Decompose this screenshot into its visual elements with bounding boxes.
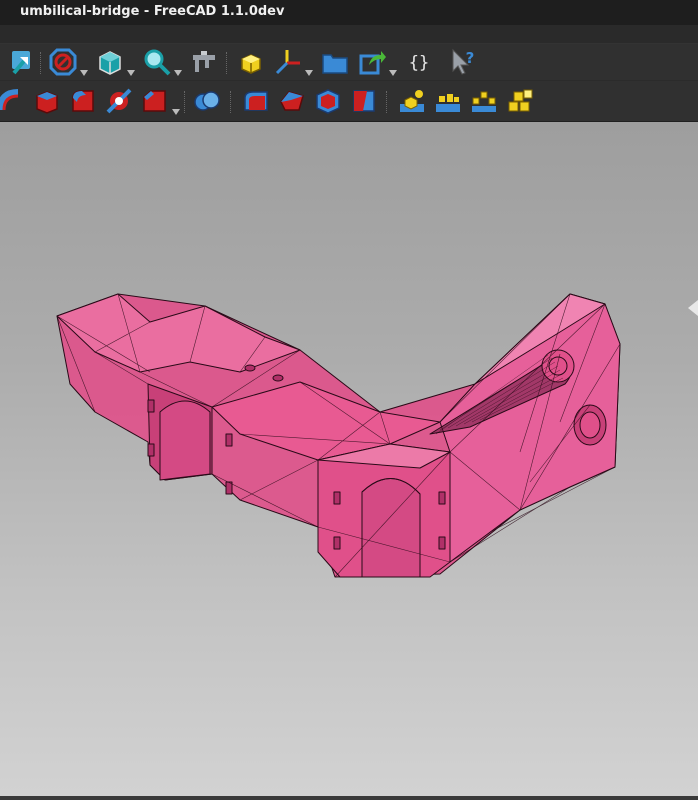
macro-braces-icon[interactable]: {} bbox=[404, 47, 434, 77]
status-strip bbox=[0, 796, 698, 800]
cut-icon[interactable] bbox=[241, 86, 271, 116]
3d-viewport[interactable] bbox=[0, 122, 698, 796]
draw-style-icon[interactable] bbox=[48, 47, 78, 77]
std-workbench-icon[interactable] bbox=[6, 47, 36, 77]
group-folder-icon[interactable] bbox=[320, 47, 350, 77]
title-bar: umbilical-bridge - FreeCAD 1.1.0dev bbox=[0, 0, 698, 25]
chamfer-icon[interactable] bbox=[140, 86, 170, 116]
thickness-icon[interactable] bbox=[349, 86, 379, 116]
link-dropdown[interactable] bbox=[389, 61, 397, 76]
toolbar-part bbox=[0, 81, 698, 123]
measure-caliper-icon[interactable] bbox=[189, 47, 219, 77]
mirror-icon[interactable] bbox=[32, 86, 62, 116]
view-box-dropdown[interactable] bbox=[127, 61, 135, 76]
view-box-icon[interactable] bbox=[95, 47, 125, 77]
boolean-icon[interactable] bbox=[192, 86, 222, 116]
zoom-icon[interactable] bbox=[142, 47, 172, 77]
svg-text:?: ? bbox=[466, 49, 475, 67]
axis-icon[interactable] bbox=[273, 47, 303, 77]
model-umbilical-bridge[interactable] bbox=[0, 122, 698, 796]
link-icon[interactable] bbox=[357, 47, 387, 77]
toolbar-separator bbox=[386, 91, 390, 113]
revolve-icon[interactable] bbox=[0, 86, 24, 116]
axis-dropdown[interactable] bbox=[305, 61, 313, 76]
chamfer-dropdown[interactable] bbox=[172, 100, 180, 115]
toolbar-separator bbox=[40, 52, 44, 74]
compound-icon[interactable] bbox=[397, 86, 427, 116]
explode-compound-icon[interactable] bbox=[469, 86, 499, 116]
zoom-dropdown[interactable] bbox=[174, 61, 182, 76]
part-icon[interactable] bbox=[236, 47, 266, 77]
menu-bar bbox=[0, 25, 698, 44]
svg-text:{}: {} bbox=[409, 53, 429, 73]
toolbar-separator bbox=[226, 52, 230, 74]
fuse-icon[interactable] bbox=[277, 86, 307, 116]
toolbar-separator bbox=[230, 91, 234, 113]
toolbar-separator bbox=[184, 91, 188, 113]
shape-builder-icon[interactable] bbox=[433, 86, 463, 116]
window-title: umbilical-bridge - FreeCAD 1.1.0dev bbox=[20, 4, 285, 19]
section-icon[interactable] bbox=[104, 86, 134, 116]
compound-filter-icon[interactable] bbox=[505, 86, 535, 116]
fillet-icon[interactable] bbox=[68, 86, 98, 116]
toolbar-view: {} ? bbox=[0, 44, 698, 80]
draw-style-dropdown[interactable] bbox=[80, 61, 88, 76]
panel-expand-arrow[interactable] bbox=[688, 300, 698, 316]
common-icon[interactable] bbox=[313, 86, 343, 116]
whats-this-icon[interactable]: ? bbox=[448, 47, 478, 77]
